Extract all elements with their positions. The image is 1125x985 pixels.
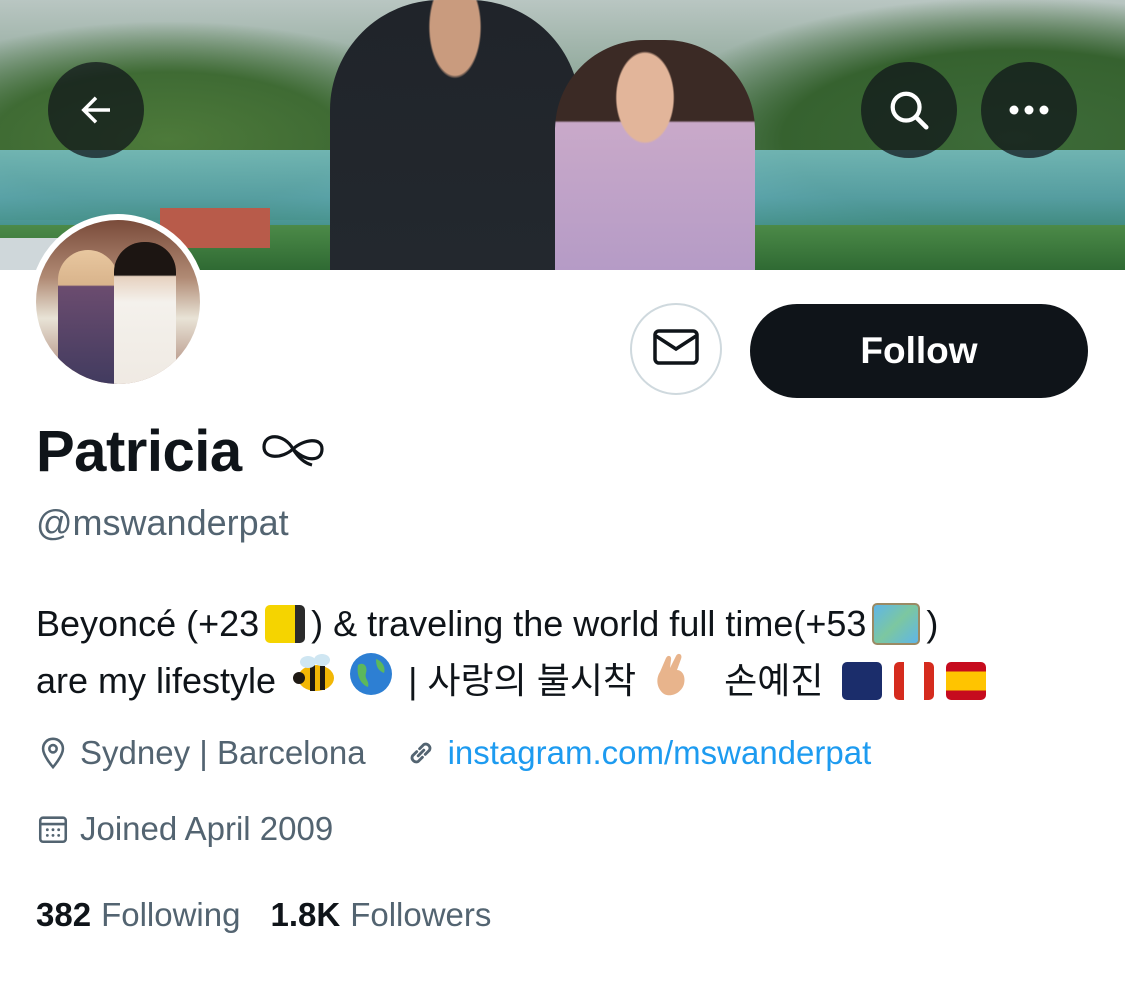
- bio-line-1: Beyoncé (+23 ) & traveling the world ful…: [36, 598, 1096, 650]
- bio-text: Beyoncé (+23: [36, 603, 260, 644]
- bee-emoji-icon: [290, 652, 338, 710]
- website-link[interactable]: instagram.com/mswanderpat: [448, 734, 872, 772]
- followers-count: 1.8K: [270, 896, 341, 933]
- more-icon: [1006, 103, 1052, 117]
- envelope-icon: [652, 327, 700, 372]
- avatar-photo: [36, 220, 200, 384]
- globe-emoji-icon: [348, 651, 394, 711]
- link-icon: [404, 736, 438, 770]
- profile-meta-row: Sydney | Barcelona instagram.com/mswande…: [36, 734, 871, 772]
- following-label: Following: [101, 896, 241, 933]
- bio-line-2: are my lifestyle | 사랑의 불시착 손예진: [36, 650, 1096, 712]
- joined-text: Joined April 2009: [80, 810, 334, 847]
- bio-text: are my lifestyle: [36, 660, 277, 701]
- message-button[interactable]: [630, 303, 722, 395]
- follow-stats: 382 Following 1.8K Followers: [36, 896, 521, 934]
- search-button[interactable]: [861, 62, 957, 158]
- flag-australia-icon: [841, 662, 882, 700]
- avatar[interactable]: [30, 214, 206, 390]
- following-count: 382: [36, 896, 92, 933]
- finger-heart-emoji-icon: [650, 650, 694, 712]
- location-text: Sydney | Barcelona: [80, 734, 366, 771]
- ticket-emoji-icon: [265, 605, 306, 643]
- bio-text: 손예진: [724, 660, 824, 701]
- arrow-left-icon: [75, 89, 117, 131]
- banner-person-woman: [555, 40, 755, 270]
- follow-button[interactable]: Follow: [750, 304, 1088, 398]
- display-name: Patricia: [36, 419, 242, 484]
- world-map-emoji-icon: [872, 603, 921, 645]
- avatar-person-left: [58, 250, 118, 384]
- followers-label: Followers: [350, 896, 492, 933]
- avatar-person-right: [114, 242, 176, 384]
- bio: Beyoncé (+23 ) & traveling the world ful…: [36, 598, 1096, 712]
- search-icon: [886, 87, 932, 133]
- ribbon-bow-icon: [260, 429, 326, 474]
- banner-person-man: [330, 0, 580, 270]
- username-handle: @mswanderpat: [36, 502, 289, 543]
- back-button[interactable]: [48, 62, 144, 158]
- location-pin-icon: [36, 735, 70, 771]
- followers-link[interactable]: 1.8K Followers: [270, 896, 491, 934]
- flag-spain-icon: [945, 662, 986, 700]
- display-name-row: Patricia: [36, 418, 326, 485]
- joined-row: Joined April 2009: [36, 810, 333, 848]
- flag-canada-icon: [893, 662, 934, 700]
- following-link[interactable]: 382 Following: [36, 896, 240, 934]
- bio-text: ) & traveling the world full time(+53: [311, 603, 867, 644]
- bio-text: ): [926, 603, 939, 644]
- more-button[interactable]: [981, 62, 1077, 158]
- bio-text: | 사랑의 불시착: [408, 660, 637, 701]
- calendar-icon: [36, 812, 70, 846]
